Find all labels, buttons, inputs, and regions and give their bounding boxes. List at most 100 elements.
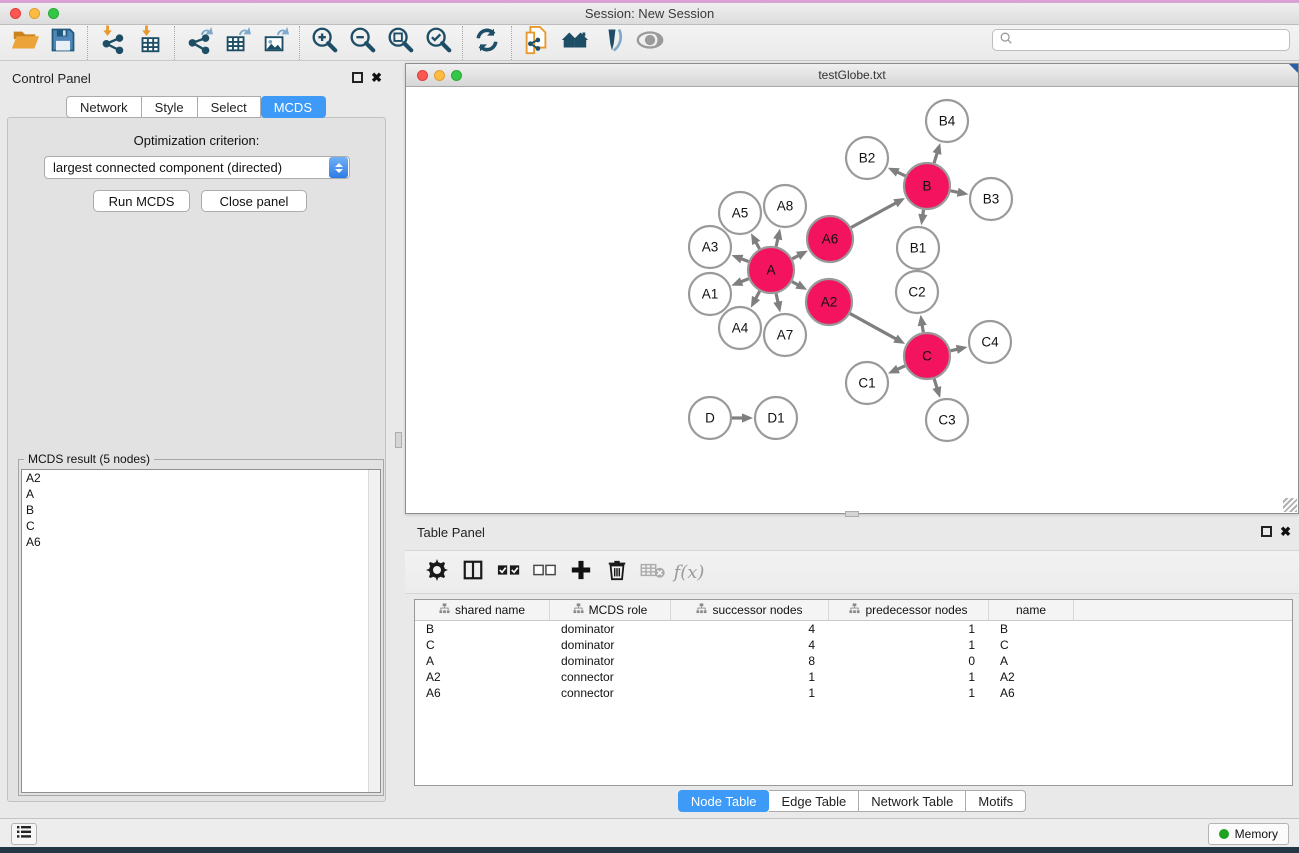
graph-edge-C-C2[interactable] bbox=[922, 325, 923, 333]
search-input[interactable] bbox=[1013, 31, 1289, 49]
import-network-button[interactable] bbox=[93, 27, 131, 59]
tab-motifs[interactable]: Motifs bbox=[966, 790, 1026, 812]
node-table[interactable]: shared nameMCDS rolesuccessor nodesprede… bbox=[414, 599, 1293, 786]
graph-edge-A-A2[interactable] bbox=[792, 282, 798, 285]
network-window-titlebar[interactable]: testGlobe.txt bbox=[406, 64, 1298, 87]
table-row[interactable]: A6connector11A6 bbox=[415, 685, 1292, 701]
resize-grip-icon[interactable] bbox=[1283, 498, 1297, 512]
column-header-successor-nodes[interactable]: successor nodes bbox=[671, 600, 829, 620]
graph-edge-B-B4[interactable] bbox=[934, 153, 937, 164]
column-header-MCDS-role[interactable]: MCDS role bbox=[550, 600, 671, 620]
column-header-name[interactable]: name bbox=[989, 600, 1074, 620]
memory-button[interactable]: Memory bbox=[1208, 823, 1289, 845]
network-graph-canvas[interactable]: AA1A2A3A4A5A6A7A8BB1B2B3B4CC1C2C3C4DD1 bbox=[406, 87, 1298, 513]
table-row[interactable]: A2connector11A2 bbox=[415, 669, 1292, 685]
graph-edge-A-A1[interactable] bbox=[741, 279, 749, 282]
export-image-button[interactable] bbox=[256, 27, 294, 59]
graph-node-label: C4 bbox=[981, 335, 999, 350]
optimization-criterion-label: Optimization criterion: bbox=[8, 133, 385, 148]
tab-select[interactable]: Select bbox=[198, 96, 261, 118]
graph-edge-A6-B[interactable] bbox=[851, 203, 896, 228]
graph-edge-C-C3[interactable] bbox=[934, 379, 937, 389]
select-all-button[interactable] bbox=[491, 555, 527, 589]
zoom-fit-button[interactable] bbox=[381, 27, 419, 59]
graph-node-label: A6 bbox=[822, 232, 839, 247]
node-table-header: shared nameMCDS rolesuccessor nodesprede… bbox=[415, 600, 1292, 621]
result-item[interactable]: A2 bbox=[22, 470, 380, 486]
home-button[interactable] bbox=[555, 27, 593, 59]
delete-columns-button[interactable] bbox=[599, 555, 635, 589]
column-header-predecessor-nodes[interactable]: predecessor nodes bbox=[829, 600, 989, 620]
style-editor-button[interactable] bbox=[593, 27, 631, 59]
memory-label: Memory bbox=[1235, 827, 1278, 841]
graph-edge-A-A8[interactable] bbox=[776, 238, 778, 246]
network-file-icon bbox=[521, 25, 551, 60]
export-table-icon bbox=[222, 25, 252, 60]
graph-edge-A-A4[interactable] bbox=[756, 291, 760, 299]
result-item[interactable]: A bbox=[22, 486, 380, 502]
zoom-selected-button[interactable] bbox=[419, 27, 457, 59]
tab-network-table[interactable]: Network Table bbox=[859, 790, 966, 812]
graph-edge-A-A5[interactable] bbox=[756, 242, 760, 249]
import-table-icon bbox=[135, 25, 165, 60]
table-cell: C bbox=[989, 637, 1074, 653]
graph-node-label: A5 bbox=[732, 206, 749, 221]
export-network-button[interactable] bbox=[180, 27, 218, 59]
table-row[interactable]: Adominator80A bbox=[415, 653, 1292, 669]
tab-node-table[interactable]: Node Table bbox=[678, 790, 770, 812]
close-panel-button[interactable]: Close panel bbox=[201, 190, 307, 212]
graph-edge-A-A6[interactable] bbox=[792, 255, 799, 259]
tab-style[interactable]: Style bbox=[142, 96, 198, 118]
zoom-in-button[interactable] bbox=[305, 27, 343, 59]
table-tabs: Node TableEdge TableNetwork TableMotifs bbox=[405, 790, 1299, 812]
graph-edge-C-C4[interactable] bbox=[950, 349, 957, 351]
graph-edge-A-A3[interactable] bbox=[741, 259, 749, 262]
tab-mcds[interactable]: MCDS bbox=[261, 96, 326, 118]
result-item[interactable]: C bbox=[22, 518, 380, 534]
refresh-view-button[interactable] bbox=[468, 27, 506, 59]
tab-network[interactable]: Network bbox=[66, 96, 142, 118]
add-column-button[interactable] bbox=[563, 555, 599, 589]
result-item[interactable]: A6 bbox=[22, 534, 380, 550]
graph-edge-B-B3[interactable] bbox=[951, 191, 959, 193]
export-table-button[interactable] bbox=[218, 27, 256, 59]
vertical-divider-handle[interactable] bbox=[395, 432, 402, 448]
table-row[interactable]: Cdominator41C bbox=[415, 637, 1292, 653]
tab-edge-table[interactable]: Edge Table bbox=[769, 790, 859, 812]
column-header-shared-name[interactable]: shared name bbox=[415, 600, 550, 620]
close-panel-icon[interactable]: ✖ bbox=[371, 72, 382, 83]
main-toolbar bbox=[0, 25, 1299, 61]
criterion-dropdown[interactable]: largest connected component (directed) bbox=[44, 156, 350, 179]
arrowhead-icon bbox=[773, 228, 782, 240]
import-table-button[interactable] bbox=[131, 27, 169, 59]
graph-edge-A-A7[interactable] bbox=[776, 293, 778, 302]
column-layout-button[interactable] bbox=[455, 555, 491, 589]
mcds-panel: Optimization criterion: largest connecte… bbox=[7, 117, 386, 802]
horizontal-divider-handle[interactable] bbox=[845, 511, 859, 517]
graph-edge-A2-C[interactable] bbox=[850, 314, 896, 340]
close-table-panel-icon[interactable]: ✖ bbox=[1280, 526, 1291, 537]
run-mcds-button[interactable]: Run MCDS bbox=[93, 190, 190, 212]
table-cell: 1 bbox=[671, 669, 829, 685]
result-scrollbar[interactable] bbox=[368, 470, 380, 792]
open-file-button[interactable] bbox=[6, 27, 44, 59]
float-table-panel-icon[interactable] bbox=[1261, 526, 1272, 537]
show-hide-button[interactable] bbox=[631, 27, 669, 59]
search-box[interactable] bbox=[992, 29, 1290, 51]
save-session-button[interactable] bbox=[44, 27, 82, 59]
result-item[interactable]: B bbox=[22, 502, 380, 518]
graph-edge-C-C1[interactable] bbox=[897, 366, 905, 370]
delete-table-icon bbox=[640, 561, 666, 584]
deselect-all-button[interactable] bbox=[527, 555, 563, 589]
task-history-button[interactable] bbox=[11, 823, 37, 845]
graph-node-label: A bbox=[766, 263, 775, 278]
graph-node-label: C1 bbox=[858, 376, 875, 391]
graph-node-label: B bbox=[922, 179, 931, 194]
table-row[interactable]: Bdominator41B bbox=[415, 621, 1292, 637]
mcds-result-title: MCDS result (5 nodes) bbox=[24, 452, 154, 466]
graph-edge-B-B2[interactable] bbox=[897, 172, 905, 176]
table-settings-button[interactable] bbox=[419, 555, 455, 589]
zoom-out-button[interactable] bbox=[343, 27, 381, 59]
float-panel-icon[interactable] bbox=[352, 72, 363, 83]
network-from-file-button[interactable] bbox=[517, 27, 555, 59]
